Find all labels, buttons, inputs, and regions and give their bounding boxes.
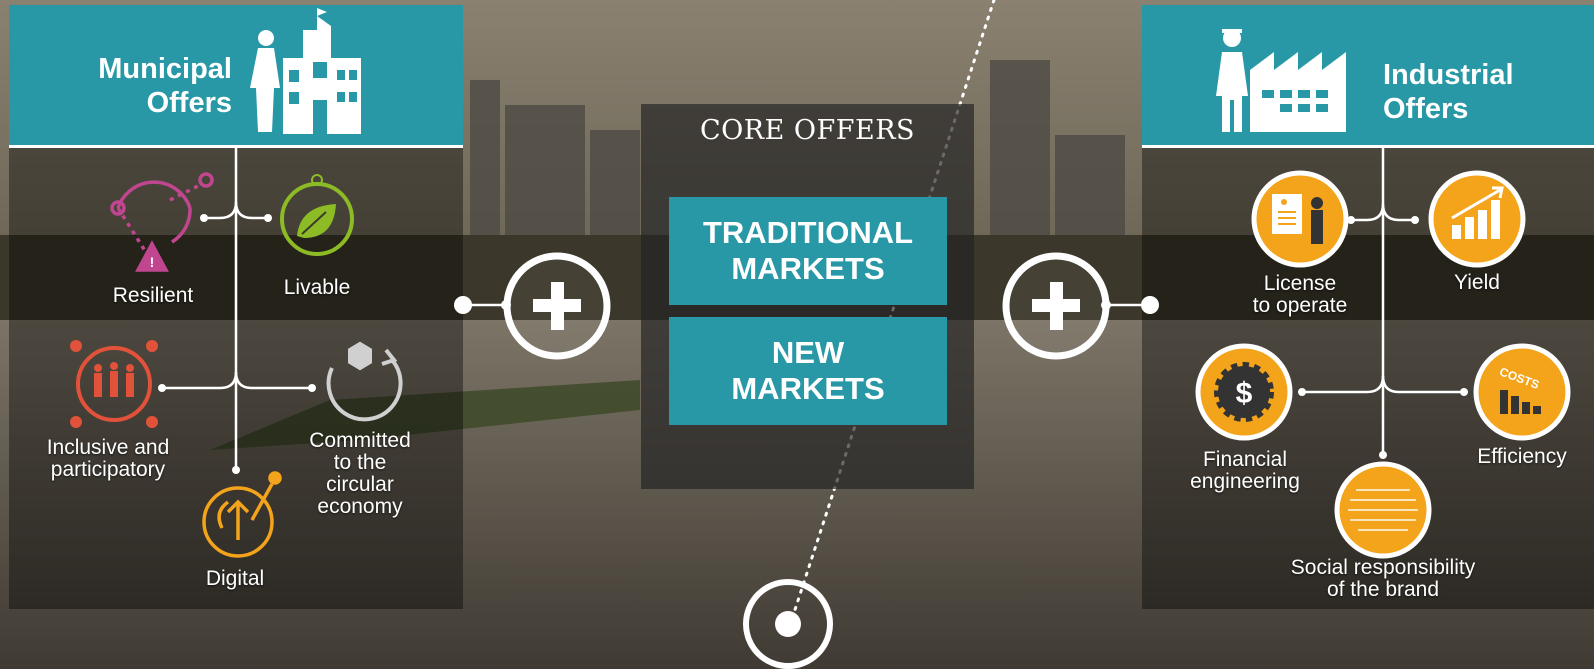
- label-circular: Committed to the circular economy: [295, 430, 425, 518]
- social-label-line2: of the brand: [1326, 578, 1440, 601]
- financial-label-line1: Financial: [1202, 448, 1288, 471]
- inclusive-label-line1: Inclusive and: [46, 436, 170, 459]
- social-label-line1: Social responsibility: [1290, 556, 1476, 579]
- yield-chart-icon: [1428, 170, 1526, 268]
- circular-label-line1: Committed: [309, 429, 411, 452]
- label-social: Social responsibility of the brand: [1283, 557, 1483, 601]
- word-cloud-icon: [1334, 461, 1432, 559]
- label-livable: Livable: [262, 277, 372, 299]
- costs-chart-icon: COSTS: [1473, 343, 1571, 441]
- label-license: License to operate: [1230, 273, 1370, 317]
- license-label-line2: to operate: [1252, 294, 1348, 317]
- dollar-gear-icon: $: [1195, 343, 1293, 441]
- label-resilient: Resilient: [98, 285, 208, 307]
- svg-text:$: $: [1236, 377, 1253, 410]
- inclusive-label-line2: participatory: [50, 458, 166, 481]
- label-efficiency: Efficiency: [1462, 446, 1582, 468]
- digital-label: Digital: [205, 567, 265, 590]
- license-icon: [1251, 170, 1349, 268]
- circular-label-line3: circular: [326, 473, 394, 496]
- label-digital: Digital: [185, 568, 285, 590]
- resilient-label: Resilient: [112, 284, 194, 307]
- financial-label-line2: engineering: [1190, 470, 1300, 493]
- label-yield: Yield: [1427, 272, 1527, 294]
- efficiency-label: Efficiency: [1477, 445, 1567, 468]
- circular-label-line2: to the: [333, 451, 387, 474]
- yield-label: Yield: [1454, 271, 1500, 294]
- label-inclusive: Inclusive and participatory: [28, 437, 188, 481]
- label-financial: Financial engineering: [1175, 449, 1315, 493]
- license-label-line1: License: [1263, 272, 1337, 295]
- circular-label-line4: economy: [317, 495, 403, 518]
- livable-label: Livable: [283, 276, 351, 299]
